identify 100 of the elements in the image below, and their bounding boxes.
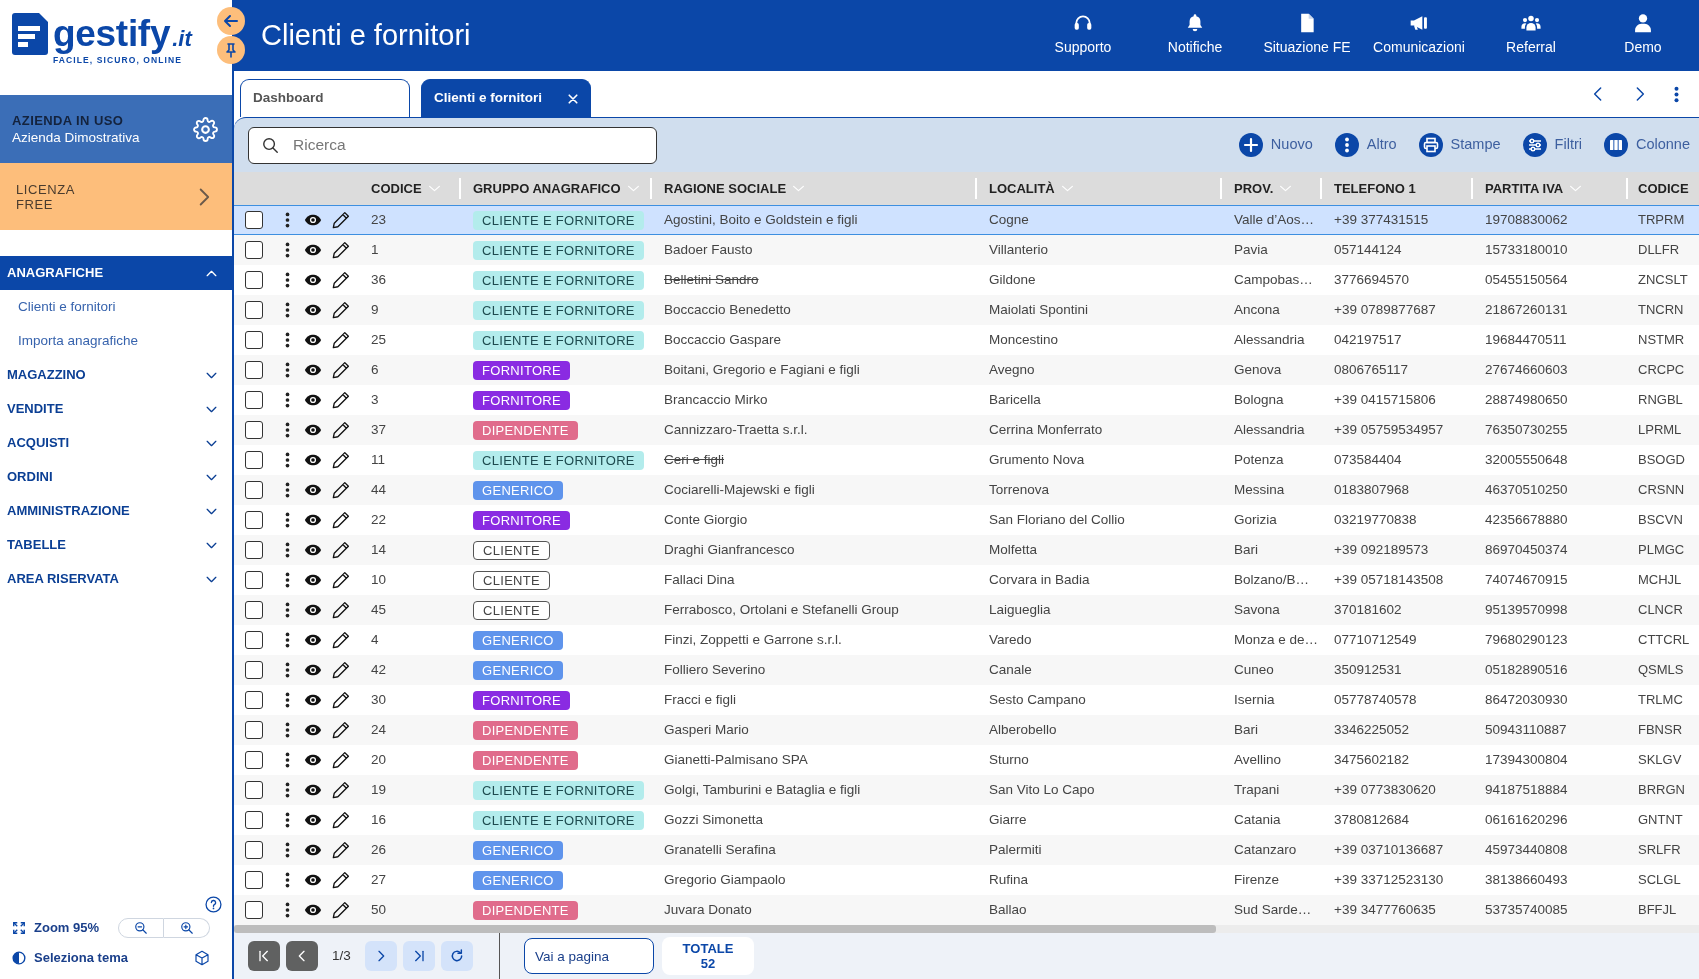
table-row[interactable]: 6 FORNITORE Boitani, Gregorio e Fagiani e figli Avegno Genova 0806765117 27674660603 CRCPC	[234, 355, 1699, 385]
pencil-icon[interactable]	[332, 241, 350, 259]
row-checkbox[interactable]	[245, 541, 263, 559]
column-header[interactable]: CODICE	[1626, 172, 1699, 205]
column-header[interactable]: PROV.	[1220, 172, 1320, 205]
more-icon[interactable]	[284, 782, 290, 798]
eye-icon[interactable]	[303, 694, 322, 706]
row-checkbox[interactable]	[245, 631, 263, 649]
column-header[interactable]: GRUPPO ANAGRAFICO	[459, 172, 650, 205]
more-icon[interactable]	[284, 212, 290, 228]
tab[interactable]: Clienti e fornitori	[421, 79, 591, 117]
eye-icon[interactable]	[303, 574, 322, 586]
row-checkbox[interactable]	[245, 421, 263, 439]
zoom-out-button[interactable]	[118, 918, 164, 938]
refresh-button[interactable]	[440, 941, 473, 971]
pencil-icon[interactable]	[332, 331, 350, 349]
row-checkbox[interactable]	[245, 211, 263, 229]
table-row[interactable]: 1 CLIENTE E FORNITORE Badoer Fausto Villanterio Pavia 057144124 15733180010 DLLFR	[234, 235, 1699, 265]
last-page-button[interactable]	[402, 941, 435, 971]
horizontal-scrollbar[interactable]	[234, 925, 1699, 933]
more-icon[interactable]	[284, 872, 290, 888]
zoom-in-button[interactable]	[164, 918, 210, 938]
pencil-icon[interactable]	[332, 901, 350, 919]
table-row[interactable]: 24 DIPENDENTE Gasperi Mario Alberobello Bari 3346225052 50943110887 FBNSR	[234, 715, 1699, 745]
print-button[interactable]: Stampe	[1418, 133, 1501, 157]
eye-icon[interactable]	[303, 604, 322, 616]
more-icon[interactable]	[284, 242, 290, 258]
pencil-icon[interactable]	[332, 631, 350, 649]
page-jump-field[interactable]: Vai a pagina	[524, 938, 654, 974]
eye-icon[interactable]	[303, 394, 322, 406]
more-icon[interactable]	[284, 422, 290, 438]
row-checkbox[interactable]	[245, 361, 263, 379]
more-icon[interactable]	[284, 722, 290, 738]
pencil-icon[interactable]	[332, 871, 350, 889]
table-row[interactable]: 19 CLIENTE E FORNITORE Golgi, Tamburini e Bataglia e figli San Vito Lo Capo Trapani +39 0773830620 94187518884 BRRGN	[234, 775, 1699, 805]
row-checkbox[interactable]	[245, 391, 263, 409]
pencil-icon[interactable]	[332, 601, 350, 619]
referral-button[interactable]: Referral	[1475, 13, 1587, 58]
column-header[interactable]: TELEFONO 1	[1320, 172, 1471, 205]
tab[interactable]: Dashboard	[240, 79, 410, 117]
column-header[interactable]: LOCALITÀ	[975, 172, 1220, 205]
eye-icon[interactable]	[303, 364, 322, 376]
pencil-icon[interactable]	[332, 271, 350, 289]
table-row[interactable]: 37 DIPENDENTE Cannizzaro-Traetta s.r.l. Cerrina Monferrato Alessandria +39 05759534957 76350730255 LPRML	[234, 415, 1699, 445]
table-row[interactable]: 14 CLIENTE Draghi Gianfrancesco Molfetta Bari +39 092189573 86970450374 PLMGC	[234, 535, 1699, 565]
support-button[interactable]: Supporto	[1027, 13, 1139, 58]
notifications-button[interactable]: Notifiche	[1139, 13, 1251, 58]
filter-button[interactable]: Filtri	[1522, 133, 1582, 157]
theme-selector[interactable]: Seleziona tema	[12, 948, 128, 968]
more-icon[interactable]	[284, 542, 290, 558]
more-icon[interactable]	[284, 392, 290, 408]
column-header[interactable]: PARTITA IVA	[1471, 172, 1626, 205]
more-button[interactable]: Altro	[1334, 133, 1397, 157]
more-icon[interactable]	[284, 632, 290, 648]
menu-section[interactable]: ANAGRAFICHE	[0, 256, 232, 290]
row-checkbox[interactable]	[245, 871, 263, 889]
more-icon[interactable]	[284, 662, 290, 678]
row-checkbox[interactable]	[245, 301, 263, 319]
pencil-icon[interactable]	[332, 721, 350, 739]
pin-icon[interactable]	[217, 36, 245, 64]
account-button[interactable]: Demo	[1587, 13, 1699, 58]
row-checkbox[interactable]	[245, 781, 263, 799]
row-checkbox[interactable]	[245, 571, 263, 589]
more-icon[interactable]	[284, 302, 290, 318]
more-icon[interactable]	[284, 692, 290, 708]
new-button[interactable]: Nuovo	[1238, 133, 1313, 157]
row-checkbox[interactable]	[245, 811, 263, 829]
row-checkbox[interactable]	[245, 601, 263, 619]
pencil-icon[interactable]	[332, 781, 350, 799]
more-icon[interactable]	[284, 572, 290, 588]
pencil-icon[interactable]	[332, 571, 350, 589]
announcements-button[interactable]: Comunicazioni	[1363, 13, 1475, 58]
more-icon[interactable]	[284, 362, 290, 378]
more-icon[interactable]	[284, 332, 290, 348]
more-icon[interactable]	[284, 902, 290, 918]
more-icon[interactable]	[284, 482, 290, 498]
table-row[interactable]: 45 CLIENTE Ferrabosco, Ortolani e Stefanelli Group Laigueglia Savona 370181602 95139570998 CLNCR	[234, 595, 1699, 625]
eye-icon[interactable]	[303, 244, 322, 256]
pencil-icon[interactable]	[332, 541, 350, 559]
table-row[interactable]: 9 CLIENTE E FORNITORE Boccaccio Benedetto Maiolati Spontini Ancona +39 0789877687 21867260131 TNCRN	[234, 295, 1699, 325]
cube-icon[interactable]	[194, 950, 210, 966]
eye-icon[interactable]	[303, 664, 322, 676]
more-icon[interactable]	[284, 602, 290, 618]
pencil-icon[interactable]	[332, 811, 350, 829]
eye-icon[interactable]	[303, 904, 322, 916]
eye-icon[interactable]	[303, 724, 322, 736]
column-header[interactable]: RAGIONE SOCIALE	[650, 172, 975, 205]
pencil-icon[interactable]	[332, 451, 350, 469]
pencil-icon[interactable]	[332, 421, 350, 439]
pencil-icon[interactable]	[332, 691, 350, 709]
eye-icon[interactable]	[303, 304, 322, 316]
row-checkbox[interactable]	[245, 661, 263, 679]
row-checkbox[interactable]	[245, 841, 263, 859]
pencil-icon[interactable]	[332, 481, 350, 499]
row-checkbox[interactable]	[245, 331, 263, 349]
menu-item[interactable]: Clienti e fornitori	[0, 290, 232, 324]
row-checkbox[interactable]	[245, 451, 263, 469]
more-icon[interactable]	[284, 842, 290, 858]
columns-button[interactable]: Colonne	[1604, 133, 1690, 157]
pencil-icon[interactable]	[332, 841, 350, 859]
